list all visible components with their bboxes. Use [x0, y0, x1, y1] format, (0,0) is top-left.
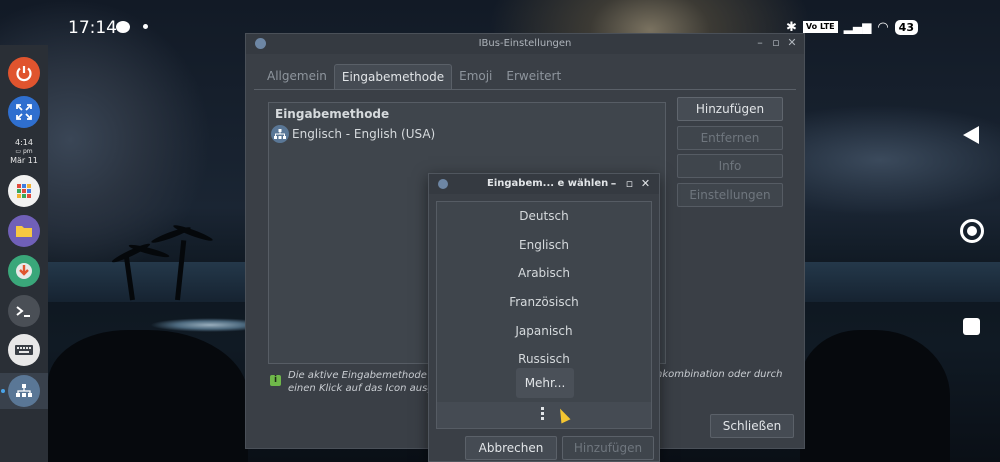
nav-recents-icon[interactable] — [963, 318, 980, 335]
folder-icon[interactable] — [8, 215, 40, 247]
info-icon: i — [270, 375, 281, 386]
list-header: Eingabemethode — [275, 107, 390, 121]
dock-clock-date: Mär 11 — [10, 156, 38, 165]
dialog-minimize-icon[interactable]: – — [607, 177, 620, 191]
info-text-line1-right: nkombination oder durch — [656, 369, 783, 380]
language-item[interactable]: Deutsch — [437, 209, 651, 223]
status-time: 17:14 — [68, 18, 117, 38]
dialog-app-icon — [438, 179, 448, 189]
more-options-icon[interactable] — [541, 407, 545, 423]
tab-erweitert[interactable]: Erweitert — [499, 64, 568, 89]
network-settings-icon[interactable] — [8, 375, 40, 407]
dock-clock-ampm: pm — [22, 148, 33, 155]
dialog-title: Eingabem... e wählen — [487, 178, 609, 189]
language-item[interactable]: Französisch — [437, 295, 651, 309]
minimize-icon[interactable]: – — [753, 36, 767, 50]
fullscreen-icon[interactable] — [8, 96, 40, 128]
volte-icon: Vo LTE — [802, 21, 838, 33]
maximize-icon[interactable]: ▫ — [769, 36, 783, 50]
list-item[interactable]: Englisch - English (USA) — [271, 124, 435, 144]
keyboard-icon[interactable] — [8, 334, 40, 366]
input-method-icon — [271, 125, 289, 143]
cancel-button[interactable]: Abbrechen — [465, 436, 557, 460]
terminal-icon[interactable] — [8, 295, 40, 327]
tab-eingabemethode[interactable]: Eingabemethode — [333, 64, 453, 89]
nav-back-icon[interactable] — [963, 126, 979, 144]
info-button[interactable]: Info — [677, 154, 783, 178]
dock-active-indicator — [1, 389, 5, 393]
settings-tabs: Allgemein Eingabemethode Emoji Erweitert — [260, 64, 568, 89]
mouse-cursor-icon — [555, 406, 571, 424]
close-icon[interactable]: ✕ — [785, 36, 799, 50]
language-item[interactable]: Japanisch — [437, 324, 651, 338]
remove-button[interactable]: Entfernen — [677, 126, 783, 150]
language-list-footer — [437, 402, 651, 428]
settings-button[interactable]: Einstellungen — [677, 183, 783, 207]
dialog-maximize-icon[interactable]: ▫ — [623, 177, 636, 191]
signal-icon: ▂▄▆ — [843, 20, 872, 34]
language-list[interactable]: Deutsch Englisch Arabisch Französisch Ja… — [436, 201, 652, 429]
more-notifications-icon — [143, 24, 148, 29]
window-titlebar[interactable]: IBus-Einstellungen – ▫ ✕ — [246, 34, 804, 54]
wifi-icon: ◠ — [877, 19, 889, 35]
dialog-titlebar[interactable]: Eingabem... e wählen – ▫ ✕ — [429, 174, 659, 194]
app-dock: 4:14 ▭ pm Mär 11 — [0, 45, 48, 462]
tab-emoji[interactable]: Emoji — [452, 64, 499, 89]
window-title: IBus-Einstellungen — [478, 38, 572, 49]
dock-clock-time: 4:14 — [15, 138, 33, 147]
language-item[interactable]: Arabisch — [437, 266, 651, 280]
dock-clock: 4:14 ▭ pm Mär 11 — [0, 138, 48, 165]
app-grid-icon[interactable] — [8, 175, 40, 207]
dialog-close-icon[interactable]: ✕ — [639, 177, 652, 191]
tab-allgemein[interactable]: Allgemein — [260, 64, 334, 89]
language-item[interactable]: Englisch — [437, 238, 651, 252]
wallpaper-rock — [48, 330, 248, 462]
add-button[interactable]: Hinzufügen — [677, 97, 783, 121]
list-item-label: Englisch - English (USA) — [292, 127, 436, 141]
wallpaper-rock-right — [800, 330, 950, 462]
nav-home-icon[interactable] — [960, 219, 984, 243]
download-icon[interactable] — [8, 255, 40, 287]
close-button[interactable]: Schließen — [710, 414, 794, 438]
battery-icon: 43 — [894, 19, 918, 35]
dialog-add-button[interactable]: Hinzufügen — [562, 436, 654, 460]
power-icon[interactable] — [8, 57, 40, 89]
language-item[interactable]: Russisch — [437, 352, 651, 366]
dock-clock-battery: ▭ pm — [15, 148, 33, 155]
more-languages-button[interactable]: Mehr... — [516, 368, 574, 398]
chat-notification-icon — [116, 21, 130, 33]
choose-input-method-dialog: Eingabem... e wählen – ▫ ✕ Deutsch Engli… — [428, 173, 660, 462]
status-icons: ✱ Vo LTE ▂▄▆ ◠ 43 — [786, 17, 918, 37]
